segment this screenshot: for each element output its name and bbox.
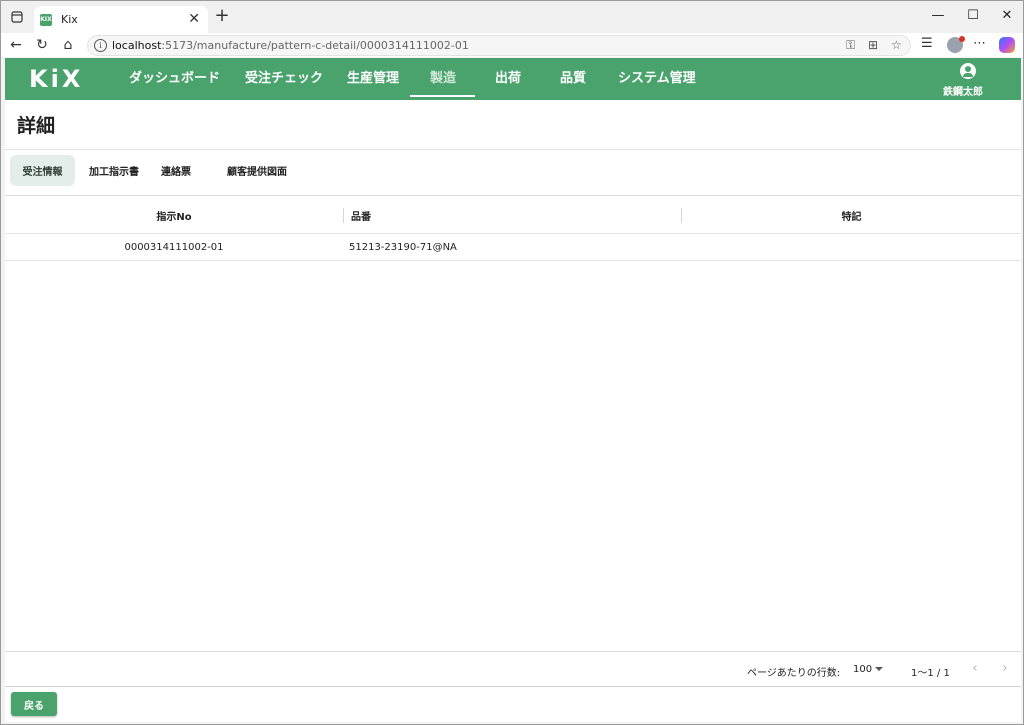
- address-bar[interactable]: i localhost:5173/manufacture/pattern-c-d…: [87, 35, 911, 56]
- prev-page-icon[interactable]: ‹: [967, 661, 983, 677]
- app-install-icon[interactable]: ⊞: [868, 38, 878, 52]
- data-grid: 指示No 品番 特記 0000314111002-01 51213-23190-…: [5, 195, 1021, 690]
- close-tab-icon[interactable]: ✕: [188, 11, 200, 27]
- page-title: 詳細: [17, 115, 56, 137]
- back-arrow-icon[interactable]: ←: [6, 35, 26, 55]
- nav-manufacture[interactable]: 製造: [430, 71, 456, 87]
- grid-footer: ページあたりの行数: 100 1〜1 / 1 ‹ ›: [5, 651, 1021, 689]
- tab-strip: KIX Kix ✕ + — ☐ ✕: [1, 1, 1023, 33]
- key-icon[interactable]: ⚿: [846, 38, 855, 53]
- new-tab-icon[interactable]: +: [212, 6, 232, 26]
- app-header: KiX ダッシュボード 受注チェック 生産管理 製造 出荷 品質 システム管理 …: [5, 58, 1021, 100]
- tab-work-instructions[interactable]: 加工指示書: [81, 155, 147, 186]
- chevron-down-icon[interactable]: [875, 667, 883, 671]
- tab-actions-icon[interactable]: [7, 7, 27, 27]
- home-icon[interactable]: ⌂: [58, 35, 78, 55]
- table-row[interactable]: 0000314111002-01 51213-23190-71@NA: [5, 234, 1021, 261]
- page-content: KiX ダッシュボード 受注チェック 生産管理 製造 出荷 品質 システム管理 …: [5, 58, 1021, 722]
- rows-per-page-label: ページあたりの行数:: [747, 668, 841, 679]
- minimize-icon[interactable]: —: [921, 5, 955, 27]
- favorites-list-icon[interactable]: ☰: [921, 36, 933, 51]
- reload-icon[interactable]: ↻: [32, 35, 52, 55]
- nav-system-admin[interactable]: システム管理: [618, 71, 696, 87]
- nav-dashboard[interactable]: ダッシュボード: [129, 71, 220, 87]
- user-account-icon[interactable]: [960, 63, 976, 79]
- more-menu-icon[interactable]: ⋯: [973, 36, 986, 51]
- column-header-part-no[interactable]: 品番: [351, 196, 681, 234]
- maximize-icon[interactable]: ☐: [956, 5, 990, 27]
- nav-shipping[interactable]: 出荷: [495, 71, 521, 87]
- column-separator[interactable]: [343, 208, 344, 223]
- cell-instruction-no[interactable]: 0000314111002-01: [5, 234, 343, 261]
- profile-badge-icon: [959, 36, 965, 42]
- nav-quality[interactable]: 品質: [560, 71, 586, 87]
- title-divider: [5, 149, 1021, 150]
- tab-contact-slip[interactable]: 連絡票: [153, 155, 199, 186]
- pagination-range: 1〜1 / 1: [911, 668, 950, 679]
- copilot-icon[interactable]: [999, 37, 1015, 53]
- url-path: :5173/manufacture/pattern-c-detail/00003…: [161, 39, 469, 52]
- grid-header: 指示No 品番 特記: [5, 196, 1021, 234]
- kix-logo[interactable]: KiX: [29, 67, 83, 91]
- next-page-icon[interactable]: ›: [997, 661, 1013, 677]
- url-text[interactable]: localhost:5173/manufacture/pattern-c-det…: [112, 39, 469, 52]
- browser-window: KIX Kix ✕ + — ☐ ✕ ← ↻ ⌂ i localhost:5173…: [0, 0, 1024, 725]
- tab-title: Kix: [61, 13, 78, 26]
- rows-per-page-select[interactable]: 100: [853, 664, 872, 675]
- column-header-remarks[interactable]: 特記: [682, 196, 1021, 234]
- tab-order-info[interactable]: 受注情報: [10, 155, 75, 186]
- cell-part-no[interactable]: 51213-23190-71@NA: [349, 234, 681, 261]
- browser-toolbar: ← ↻ ⌂ i localhost:5173/manufacture/patte…: [1, 33, 1023, 57]
- back-button[interactable]: 戻る: [11, 692, 57, 716]
- action-bar: 戻る: [5, 686, 1021, 722]
- tab-customer-drawings[interactable]: 顧客提供図面: [219, 155, 295, 186]
- browser-tab[interactable]: KIX Kix ✕: [34, 6, 208, 33]
- kix-favicon-icon: KIX: [40, 13, 52, 26]
- favorite-star-icon[interactable]: ☆: [891, 38, 902, 52]
- active-nav-indicator: [410, 95, 475, 97]
- url-host: localhost: [112, 39, 162, 52]
- column-header-instruction-no[interactable]: 指示No: [5, 196, 343, 234]
- nav-order-check[interactable]: 受注チェック: [245, 71, 323, 87]
- user-name[interactable]: 鉄鋼太郎: [943, 83, 983, 98]
- cell-remarks[interactable]: [682, 234, 1021, 261]
- close-window-icon[interactable]: ✕: [990, 5, 1024, 27]
- site-info-icon[interactable]: i: [94, 39, 107, 52]
- nav-production[interactable]: 生産管理: [347, 71, 399, 87]
